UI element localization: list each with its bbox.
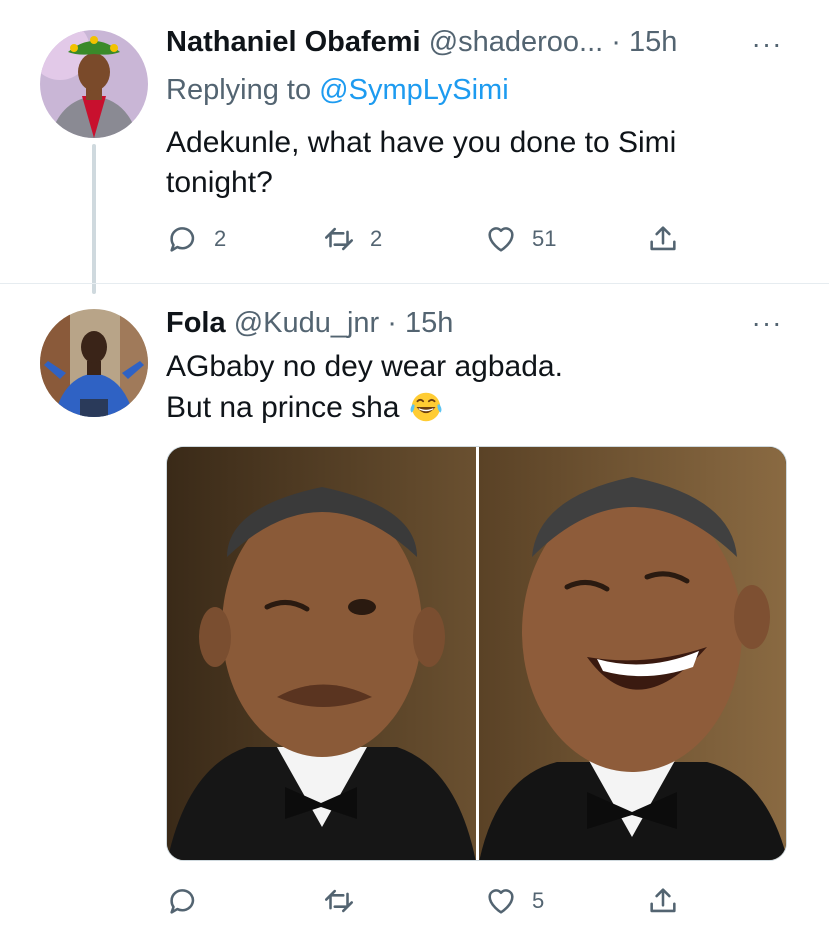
heart-icon [488,889,514,914]
handle[interactable]: @Kudu_jnr [234,307,380,339]
divider [0,283,829,284]
retweet-button[interactable]: 2 [322,219,382,259]
share-icon [650,888,676,913]
tweet-text-line: Adekunle, what have you done to Simi [166,126,677,159]
share-icon [650,226,676,251]
reply-button[interactable] [166,881,200,921]
reply-button[interactable]: 2 [166,219,226,259]
reply-icon [170,227,195,252]
avatar[interactable] [40,309,148,417]
replying-to-label: Replying to [166,74,312,106]
display-name[interactable]: Fola [166,307,226,339]
timestamp[interactable]: 15h [405,307,453,339]
share-button[interactable] [646,219,680,259]
avatar-fola-image [40,309,148,417]
tweet-text-line-2: But na prince sha [166,387,786,428]
replying-to: Replying to @SympLySimi [166,72,509,108]
tweet-text-line: But na prince sha [166,391,400,424]
reply-icon [170,889,195,914]
tweet-text-line: AGbaby no dey wear agbada. [166,350,563,383]
reply-count: 2 [214,226,227,251]
share-button[interactable] [646,881,680,921]
tweet-text: Adekunle, what have you done to Simi ton… [166,123,786,203]
tweet-fola[interactable]: Fola @Kudu_jnr · 15h ··· AGbaby no dey w… [0,285,829,936]
action-bar: 5 [166,881,706,921]
timestamp[interactable]: 15h [629,26,677,58]
more-options-icon[interactable]: ··· [749,309,785,337]
tweet-text: AGbaby no dey wear agbada. But na prince… [166,347,786,428]
replying-to-handle[interactable]: @SympLySimi [319,74,509,106]
avatar-nathaniel-image [40,30,148,138]
action-bar: 2 2 51 [166,219,706,259]
tweet-nathaniel[interactable]: Nathaniel Obafemi @shaderoo... · 15h ···… [0,0,829,284]
meme-photo [167,447,786,860]
handle[interactable]: @shaderoo... [429,26,604,58]
like-count: 5 [532,888,545,913]
like-count: 51 [532,226,557,251]
display-name[interactable]: Nathaniel Obafemi [166,26,421,58]
more-options-icon[interactable]: ··· [749,30,785,58]
heart-icon [488,227,514,252]
laughing-with-tears-icon [411,392,442,422]
retweet-icon [324,889,354,913]
like-button[interactable]: 5 [484,881,544,921]
separator: · [611,26,621,58]
retweet-button[interactable] [322,881,356,921]
like-button[interactable]: 51 [484,219,556,259]
retweet-icon [324,227,354,251]
avatar[interactable] [40,30,148,138]
tweet-text-line: tonight? [166,166,273,199]
retweet-count: 2 [370,226,383,251]
separator: · [387,307,397,339]
thread-connector-line [92,144,96,294]
attached-image[interactable] [166,446,787,861]
